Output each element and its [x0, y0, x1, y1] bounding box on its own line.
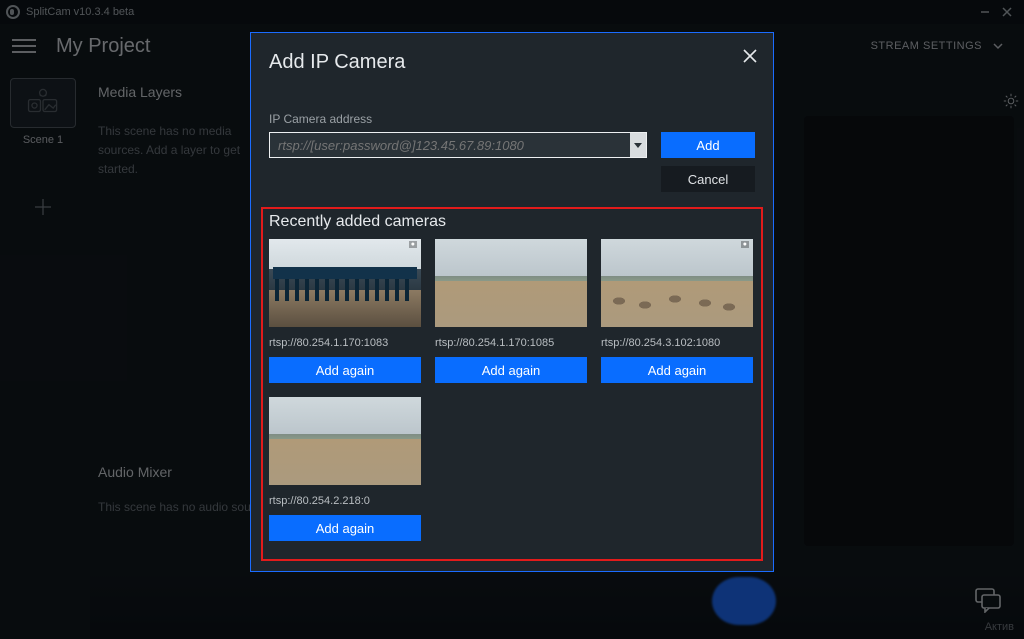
- close-icon: [742, 48, 758, 64]
- combobox-caret-button[interactable]: [630, 133, 646, 157]
- camera-url-label: rtsp://80.254.3.102:1080: [601, 337, 753, 349]
- add-again-button[interactable]: Add again: [435, 357, 587, 383]
- add-button[interactable]: Add: [661, 132, 755, 158]
- caret-down-icon: [634, 141, 642, 149]
- camera-thumbnail[interactable]: ●: [601, 239, 753, 327]
- add-again-button[interactable]: Add again: [269, 515, 421, 541]
- camera-timestamp-overlay: ●: [741, 241, 749, 248]
- ip-address-label: IP Camera address: [251, 74, 773, 132]
- recently-added-title: Recently added cameras: [269, 213, 755, 231]
- camera-timestamp-overlay: ●: [409, 241, 417, 248]
- cancel-button[interactable]: Cancel: [661, 166, 755, 192]
- ip-address-input[interactable]: [270, 133, 630, 157]
- camera-url-label: rtsp://80.254.2.218:0: [269, 495, 421, 507]
- camera-card: rtsp://80.254.1.170:1085 Add again: [435, 239, 587, 383]
- add-ip-camera-dialog: Add IP Camera IP Camera address Add Canc…: [250, 32, 774, 572]
- add-again-button[interactable]: Add again: [601, 357, 753, 383]
- add-again-button[interactable]: Add again: [269, 357, 421, 383]
- camera-card: rtsp://80.254.2.218:0 Add again: [269, 397, 421, 541]
- camera-thumbnail[interactable]: [269, 397, 421, 485]
- camera-card: ● rtsp://80.254.3.102:1080 Add again: [601, 239, 753, 383]
- camera-url-label: rtsp://80.254.1.170:1083: [269, 337, 421, 349]
- camera-url-label: rtsp://80.254.1.170:1085: [435, 337, 587, 349]
- app-root: SplitCam v10.3.4 beta My Project STREAM …: [0, 0, 1024, 639]
- recently-added-panel: Recently added cameras ● rtsp://80.254.1…: [261, 207, 763, 561]
- camera-grid: ● rtsp://80.254.1.170:1083 Add again rts…: [269, 239, 755, 541]
- camera-thumbnail[interactable]: [435, 239, 587, 327]
- camera-thumbnail[interactable]: ●: [269, 239, 421, 327]
- ip-address-combobox[interactable]: [269, 132, 647, 158]
- dialog-close-button[interactable]: [737, 43, 763, 69]
- camera-card: ● rtsp://80.254.1.170:1083 Add again: [269, 239, 421, 383]
- dialog-title: Add IP Camera: [251, 33, 773, 74]
